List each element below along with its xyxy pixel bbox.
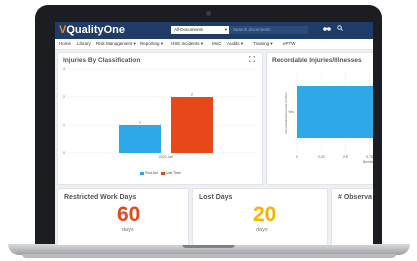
nav-training[interactable]: Training ▾ xyxy=(253,41,273,47)
observations-title: # Observa xyxy=(338,194,372,201)
nav-hse-incidents[interactable]: HSE Incidents ▾ xyxy=(171,41,203,47)
main-nav: Home Library Risk Management ▾ Reporting… xyxy=(55,39,373,50)
y-tick-label: 3 xyxy=(63,67,65,71)
y-tick-label: 1 xyxy=(63,123,65,127)
lost-days-card: Lost Days 20 days xyxy=(192,188,328,245)
recordable-bar-chart: 00.250.50.7511.251.5NumberYesRecordable/… xyxy=(284,71,373,164)
search-placeholder: Search documents xyxy=(233,27,271,32)
search-icon[interactable] xyxy=(336,25,343,33)
search-input[interactable]: Search documents xyxy=(229,26,308,34)
restricted-work-days-value: 60 xyxy=(117,203,141,226)
lost-days-value: 20 xyxy=(253,203,277,226)
injuries-chart-panel: Injuries By Classification 0 1 2 3 1 2 2022 Ja… xyxy=(57,52,263,185)
nav-risk-management[interactable]: Risk Management ▾ xyxy=(96,41,136,47)
document-type-value: All Documents xyxy=(174,27,204,32)
logo-text: QualityOne xyxy=(66,24,126,36)
restricted-work-days-card: Restricted Work Days 60 days xyxy=(57,188,189,245)
binoculars-icon[interactable] xyxy=(323,27,333,33)
legend-item-first-aid[interactable]: First Aid xyxy=(140,171,158,175)
app-logo[interactable]: VQualityOne xyxy=(59,24,125,36)
lost-days-title: Lost Days xyxy=(199,194,233,201)
x-tick-label: 2022 Jan xyxy=(159,155,173,159)
chevron-down-icon: ▾ xyxy=(224,27,227,32)
webcam xyxy=(206,11,211,16)
nav-reporting[interactable]: Reporting ▾ xyxy=(140,41,163,47)
nav-eptw[interactable]: ePTW xyxy=(283,41,296,46)
nav-library[interactable]: Library xyxy=(77,41,91,46)
lost-days-unit: days xyxy=(256,227,268,233)
y-axis-label: Recordable/Restricted Incident xyxy=(284,92,288,133)
observations-card: # Observa xyxy=(331,188,373,245)
x-tick-label: 0.75 xyxy=(366,155,373,159)
injuries-bar-chart: 0 1 2 3 1 2 2022 Jan xyxy=(63,67,256,159)
x-tick-label: 0.25 xyxy=(318,155,325,159)
bar-value-label: 1 xyxy=(139,121,141,125)
document-type-select[interactable]: All Documents ▾ xyxy=(171,26,230,34)
x-axis-label: Number xyxy=(363,160,373,164)
bar-lost-time xyxy=(171,97,213,153)
restricted-work-days-title: Restricted Work Days xyxy=(64,194,137,201)
legend-item-lost-time[interactable]: Lost Time xyxy=(160,171,181,175)
y-tick-label: 0 xyxy=(63,151,65,155)
recordable-chart-panel: Recordable Injuries/Illnesses 0 0.25 0.5 0.… xyxy=(266,52,373,185)
top-actions xyxy=(323,25,347,33)
screen: VQualityOne All Documents ▾ Search docum… xyxy=(55,22,373,245)
bar-first-aid xyxy=(119,125,161,153)
injuries-legend: First Aid Lost Time xyxy=(140,171,181,175)
nav-audits[interactable]: Audits ▾ xyxy=(227,41,243,47)
nav-home[interactable]: Home xyxy=(59,41,71,46)
nav-moc[interactable]: MoC xyxy=(212,41,222,46)
x-tick-label: 0 xyxy=(296,155,298,159)
x-tick-label: 0.5 xyxy=(343,155,348,159)
y-tick-label: Yes xyxy=(288,110,294,114)
laptop-shadow xyxy=(22,254,396,258)
bar-value-label: 2 xyxy=(191,93,193,97)
bar-yes xyxy=(297,86,373,138)
y-tick-label: 2 xyxy=(63,95,65,99)
top-bar: VQualityOne All Documents ▾ Search docum… xyxy=(55,22,373,39)
restricted-work-days-unit: days xyxy=(122,227,134,233)
